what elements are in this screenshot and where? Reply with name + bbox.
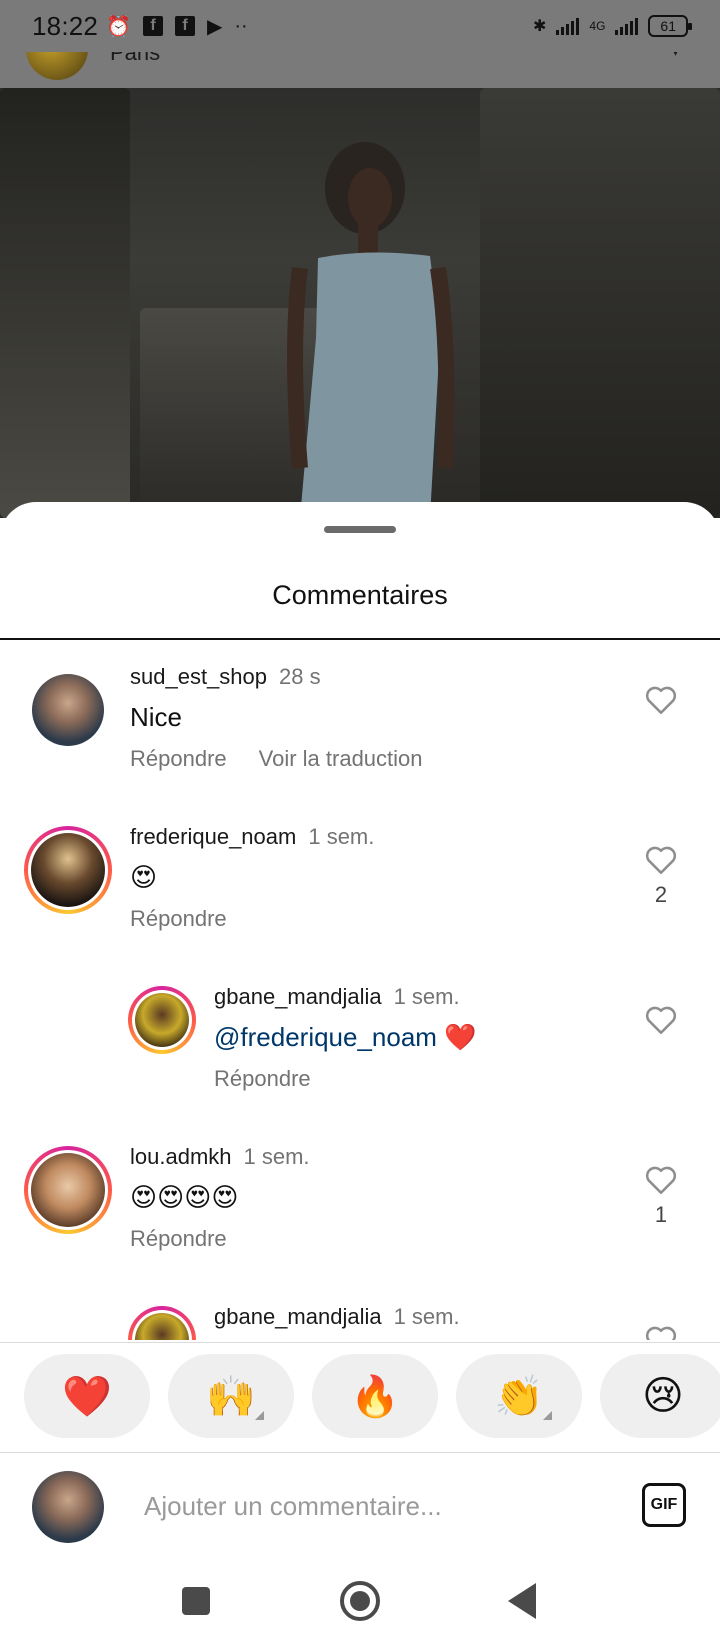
comment-item: frederique_noam 1 sem. 😍 Répondre 2 — [0, 800, 720, 960]
comment-text: @frederique_noam ❤️ — [214, 1022, 477, 1053]
comment-text: 😍 — [130, 862, 158, 892]
avatar[interactable] — [32, 674, 104, 746]
reply-button[interactable]: Répondre — [130, 906, 227, 932]
raising-hands-emoji-icon: 🙌 — [206, 1374, 256, 1419]
comment-header: gbane_mandjalia 1 sem. — [214, 984, 460, 1010]
fire-emoji-icon: 🔥 — [350, 1374, 400, 1419]
avatar[interactable] — [128, 1306, 196, 1340]
comment-header: frederique_noam 1 sem. — [130, 824, 374, 850]
facebook-icon: f — [142, 16, 163, 36]
comment-username[interactable]: gbane_mandjalia — [214, 1304, 382, 1329]
comment-time: 1 sem. — [393, 984, 460, 1009]
mention-link[interactable]: @frederique_noam — [214, 1022, 437, 1052]
signal-icon-2 — [615, 17, 639, 35]
heart-icon[interactable] — [644, 844, 678, 876]
comment-time: 1 sem. — [393, 1304, 460, 1329]
heart-icon[interactable] — [644, 1324, 678, 1340]
status-time: 18:22 — [32, 10, 99, 41]
home-icon[interactable] — [340, 1581, 380, 1621]
comment-input[interactable]: Ajouter un commentaire... — [144, 1491, 604, 1522]
comment-actions: Répondre Voir la traduction — [130, 746, 423, 772]
skin-tone-indicator-icon — [543, 1411, 552, 1420]
comment-username[interactable]: frederique_noam — [130, 824, 296, 849]
comment-reply-item: gbane_mandjalia 1 sem. — [0, 1280, 720, 1340]
comment-time: 1 sem. — [308, 824, 375, 849]
recent-apps-icon[interactable] — [182, 1587, 210, 1615]
post-photo — [0, 88, 720, 518]
system-navigation-bar — [0, 1563, 720, 1650]
reaction-crying[interactable]: 😢 — [600, 1354, 720, 1438]
sheet-title: Commentaires — [272, 580, 448, 610]
battery-level: 61 — [660, 18, 676, 34]
comment-header: sud_est_shop 28 s — [130, 664, 321, 690]
current-user-avatar — [32, 1471, 104, 1543]
like-count: 2 — [654, 882, 668, 907]
reply-button[interactable]: Répondre — [130, 1226, 227, 1252]
alarm-icon: ⏰ — [106, 15, 131, 38]
crying-face-emoji-icon: 😢 — [642, 1374, 684, 1418]
comment-username[interactable]: sud_est_shop — [130, 664, 267, 689]
notification-icons: ⏰ f f ▶ ·· — [106, 14, 248, 39]
facebook-icon-2: f — [174, 16, 195, 36]
sheet-drag-handle[interactable] — [324, 526, 396, 533]
heart-icon[interactable] — [644, 1164, 678, 1196]
reply-button[interactable]: Répondre — [130, 746, 227, 772]
reactions-divider — [0, 1342, 720, 1343]
bluetooth-icon: ✱ — [533, 18, 547, 35]
reply-button[interactable]: Répondre — [214, 1066, 311, 1092]
comment-username[interactable]: gbane_mandjalia — [214, 984, 382, 1009]
reaction-raising-hands[interactable]: 🙌 — [168, 1354, 294, 1438]
comment-reply-item: gbane_mandjalia 1 sem. @frederique_noam ❤… — [0, 960, 720, 1120]
comment-composer: Ajouter un commentaire... GIF — [0, 1453, 720, 1563]
like-count: 1 — [654, 1202, 668, 1227]
gif-button[interactable]: GIF — [642, 1483, 686, 1527]
clapping-hands-emoji-icon: 👏 — [494, 1374, 544, 1419]
comment-item: lou.admkh 1 sem. 😍😍😍😍 Répondre 1 — [0, 1120, 720, 1280]
comment-item: sud_est_shop 28 s Nice Répondre Voir la t… — [0, 640, 720, 800]
comment-text: Nice — [130, 702, 183, 732]
avatar[interactable] — [24, 1146, 112, 1234]
heart-icon[interactable] — [644, 1004, 678, 1036]
comment-header: lou.admkh 1 sem. — [130, 1144, 310, 1170]
comment-actions: Répondre — [214, 1066, 311, 1092]
heart-emoji-icon: ❤️ — [62, 1374, 112, 1419]
comment-emoji: ❤️ — [444, 1022, 477, 1052]
comments-list[interactable]: sud_est_shop 28 s Nice Répondre Voir la t… — [0, 640, 720, 1340]
back-icon[interactable] — [508, 1583, 536, 1619]
reaction-fire[interactable]: 🔥 — [312, 1354, 438, 1438]
comment-header: gbane_mandjalia 1 sem. — [214, 1304, 460, 1330]
person-figure — [287, 142, 455, 518]
reaction-heart[interactable]: ❤️ — [24, 1354, 150, 1438]
signal-icon — [556, 17, 580, 35]
comment-actions: Répondre — [130, 906, 227, 932]
avatar[interactable] — [128, 986, 196, 1054]
play-icon: ▶ — [206, 15, 223, 38]
avatar[interactable] — [24, 826, 112, 914]
skin-tone-indicator-icon — [255, 1411, 264, 1420]
quick-reactions-bar[interactable]: ❤️ 🙌 🔥 👏 😢 — [0, 1354, 720, 1438]
comment-username[interactable]: lou.admkh — [130, 1144, 232, 1169]
comment-time: 28 s — [279, 664, 321, 689]
comment-text: 😍😍😍😍 — [130, 1182, 239, 1212]
battery-icon: 61 — [648, 15, 692, 37]
translate-button[interactable]: Voir la traduction — [259, 746, 423, 772]
comment-actions: Répondre — [130, 1226, 227, 1252]
more-dots-icon: ·· — [234, 14, 248, 37]
status-bar: 18:22 ⏰ f f ▶ ·· ✱ 4G 61 — [0, 0, 720, 52]
comment-time: 1 sem. — [243, 1144, 310, 1169]
network-type: 4G — [589, 19, 606, 33]
heart-icon[interactable] — [644, 684, 678, 716]
reaction-clap[interactable]: 👏 — [456, 1354, 582, 1438]
